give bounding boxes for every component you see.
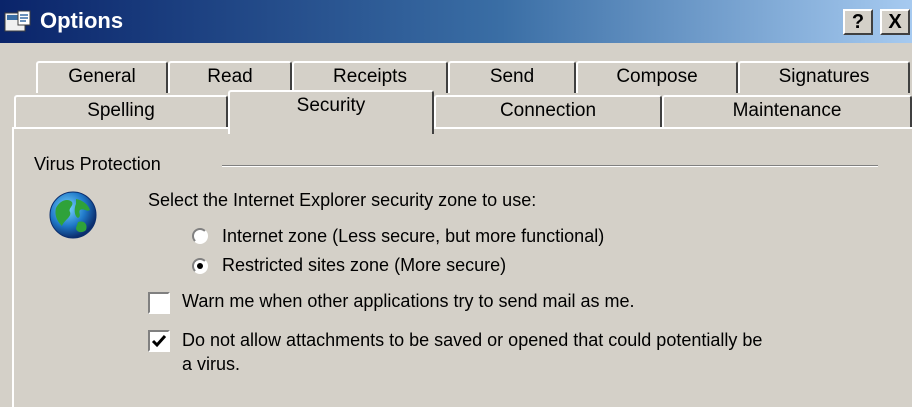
block-attachments-checkbox[interactable] — [148, 330, 170, 352]
tab-general[interactable]: General — [36, 61, 168, 93]
internet-zone-label[interactable]: Internet zone (Less secure, but more fun… — [222, 226, 604, 247]
globe-icon — [49, 191, 97, 239]
warn-mail-checkbox[interactable] — [148, 292, 170, 314]
help-button[interactable]: ? — [843, 9, 873, 35]
tab-read[interactable]: Read — [168, 61, 292, 93]
restricted-zone-label[interactable]: Restricted sites zone (More secure) — [222, 255, 506, 276]
tab-send[interactable]: Send — [448, 61, 576, 93]
group-label-virus-protection: Virus Protection — [34, 154, 161, 174]
close-button[interactable]: X — [880, 9, 910, 35]
tab-receipts[interactable]: Receipts — [292, 61, 448, 93]
tab-maintenance[interactable]: Maintenance — [662, 95, 912, 127]
tab-connection[interactable]: Connection — [434, 95, 662, 127]
options-window-icon — [4, 10, 31, 32]
radio-selected-dot — [197, 263, 203, 269]
restricted-zone-radio[interactable] — [192, 258, 208, 274]
checkmark-icon — [151, 335, 167, 348]
warn-mail-label[interactable]: Warn me when other applications try to s… — [182, 291, 635, 312]
tab-compose[interactable]: Compose — [576, 61, 738, 93]
tab-spelling[interactable]: Spelling — [14, 95, 228, 127]
block-attachments-label-line2[interactable]: a virus. — [182, 354, 240, 375]
internet-zone-radio[interactable] — [192, 228, 208, 244]
block-attachments-label-line1[interactable]: Do not allow attachments to be saved or … — [182, 330, 762, 351]
title-bar[interactable]: Options ? X — [0, 0, 912, 43]
group-divider — [222, 165, 878, 167]
tab-signatures[interactable]: Signatures — [738, 61, 910, 93]
tab-security[interactable]: Security — [228, 90, 434, 134]
zone-prompt-label: Select the Internet Explorer security zo… — [148, 190, 537, 210]
window-title: Options — [40, 8, 124, 33]
